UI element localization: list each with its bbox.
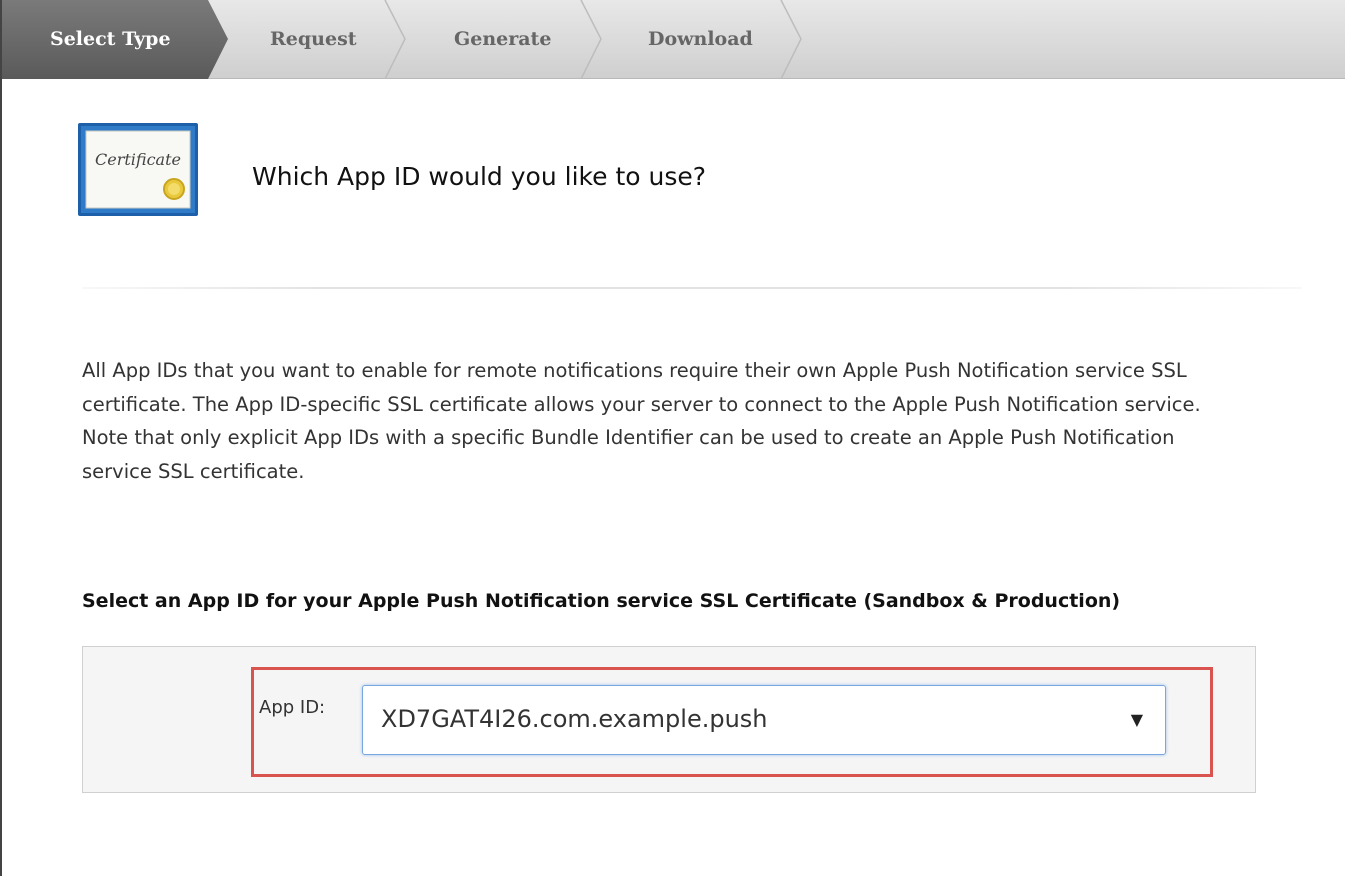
page: Select Type Request Generate Download Ce…: [0, 0, 1345, 876]
description-text: All App IDs that you want to enable for …: [82, 359, 1201, 483]
step-select-type: Select Type: [50, 28, 171, 50]
step-separator-chevron-icon: [780, 0, 802, 79]
dropdown-arrow-icon: ▼: [1130, 710, 1143, 729]
step-separator-chevron-icon: [580, 0, 602, 79]
svg-text:Certificate: Certificate: [95, 150, 181, 169]
app-id-label: App ID:: [259, 697, 326, 718]
step-generate: Generate: [454, 28, 552, 50]
step-separator-chevron-icon: [384, 0, 406, 79]
step-progress-bar: Select Type Request Generate Download: [2, 0, 1345, 79]
step-download: Download: [648, 28, 753, 50]
certificate-icon: Certificate: [78, 123, 198, 216]
app-id-selected-value: XD7GAT4I26.com.example.push: [381, 705, 768, 733]
app-id-select[interactable]: XD7GAT4I26.com.example.push ▼: [362, 685, 1166, 755]
step-request: Request: [270, 28, 357, 50]
section-heading: Select an App ID for your Apple Push Not…: [82, 590, 1121, 612]
divider: [82, 287, 1302, 289]
page-title: Which App ID would you like to use?: [252, 162, 707, 191]
